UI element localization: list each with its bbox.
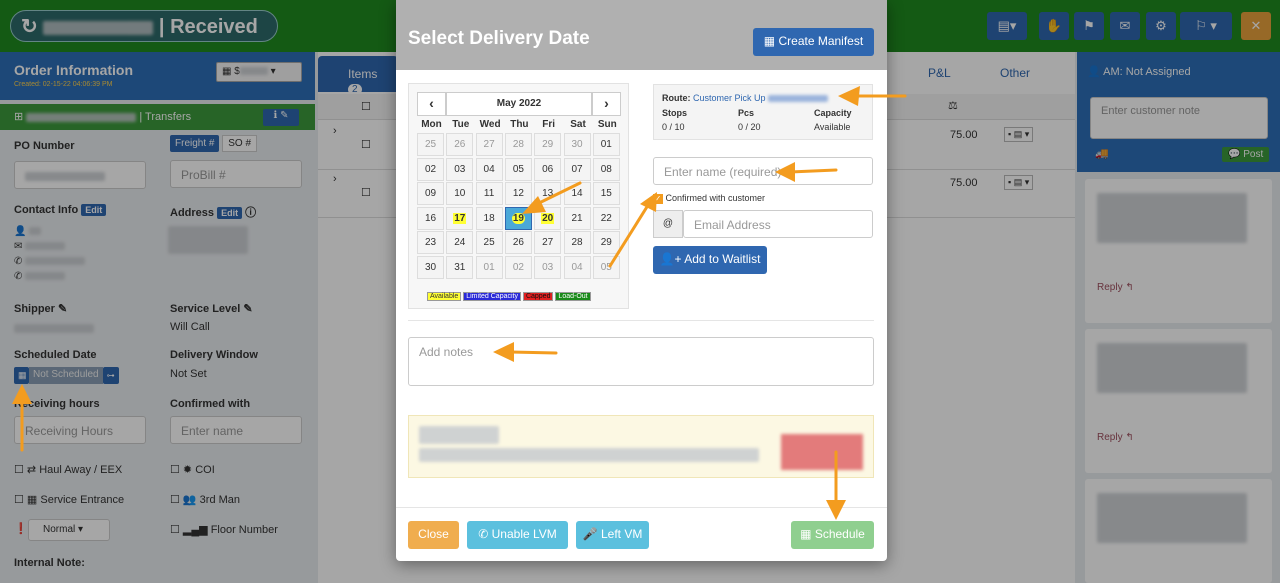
calendar-day[interactable]: 01 [475,255,503,279]
calendar-day[interactable]: 12 [504,182,532,205]
calendar-day[interactable]: 26 [446,133,474,156]
calendar-day[interactable]: 19 [504,206,532,230]
route-info: Route: Customer Pick Up Stops 0 / 10 Pcs… [653,84,873,140]
calendar-plus-icon: ▦ [763,34,776,48]
pcs-label: Pcs [738,108,755,118]
legend-limited: Limited Capacity [463,292,521,301]
weekday-wed: Wed [479,119,501,130]
calendar-day[interactable]: 05 [592,255,620,279]
calendar-day[interactable]: 30 [417,255,444,279]
calendar: ‹ May 2022 › Mon Tue Wed Thu Fri Sat Sun 25 26 2… [408,83,629,309]
calendar-day[interactable]: 31 [446,255,474,279]
calendar-day[interactable]: 05 [504,157,532,181]
divider [408,320,874,321]
legend-available: Available [427,292,462,301]
calendar-day[interactable]: 26 [504,231,532,254]
calendar-day[interactable]: 02 [417,157,444,181]
calendar-day[interactable]: 21 [563,206,591,230]
calendar-weekdays: Mon Tue Wed Thu Fri Sat Sun [417,119,622,133]
email-input[interactable]: Email Address [683,210,873,238]
calendar-day[interactable]: 04 [563,255,591,279]
weekday-tue: Tue [452,119,470,130]
stops-value: 0 / 10 [662,122,685,132]
create-manifest-button[interactable]: ▦ Create Manifest [753,28,874,56]
legend-capped: Capped [522,292,554,301]
calendar-day[interactable]: 28 [563,231,591,254]
at-icon: @ [653,210,683,238]
calendar-day[interactable]: 29 [534,133,562,156]
weekday-mon: Mon [421,119,442,130]
warning-box [408,415,874,478]
capacity-label: Capacity [814,108,852,118]
modal-title: Select Delivery Date [408,28,590,49]
footer-divider [396,507,887,508]
calendar-day[interactable]: 22 [592,206,620,230]
legend-load-out: Load-Out [555,292,591,301]
weekday-thu: Thu [510,119,529,130]
calendar-day[interactable]: 10 [446,182,474,205]
calendar-prev-button[interactable]: ‹ [417,92,446,116]
calendar-day[interactable]: 25 [417,133,444,156]
calendar-month-label[interactable]: May 2022 [446,92,592,116]
calendar-day[interactable]: 02 [504,255,532,279]
calendar-day[interactable]: 04 [475,157,503,181]
calendar-day[interactable]: 03 [534,255,562,279]
calendar-day[interactable]: 14 [563,182,591,205]
left-vm-button[interactable]: 🎤 Left VM [576,521,649,549]
weekday-sun: Sun [597,119,617,130]
unable-lvm-button[interactable]: ✆ Unable LVM [467,521,568,549]
calendar-day[interactable]: 09 [417,182,444,205]
calendar-next-button[interactable]: › [592,92,621,116]
select-delivery-date-modal: Select Delivery Date ▦ Create Manifest ‹… [396,0,887,561]
calendar-day[interactable]: 27 [534,231,562,254]
calendar-day[interactable]: 07 [563,157,591,181]
calendar-day[interactable]: 15 [592,182,620,205]
calendar-day[interactable]: 20 [534,206,562,230]
stops-label: Stops [662,108,688,118]
add-to-waitlist-button[interactable]: 👤+ Add to Waitlist [653,246,767,274]
calendar-day[interactable]: 08 [592,157,620,181]
microphone-icon: 🎤 [582,527,598,541]
notes-textarea[interactable]: Add notes [408,337,874,386]
calendar-day[interactable]: 06 [534,157,562,181]
weekday-sat: Sat [570,119,586,130]
calendar-day[interactable]: 11 [475,182,503,205]
calendar-day[interactable]: 01 [592,133,620,156]
close-button[interactable]: Close [408,521,459,549]
confirmed-name-input[interactable]: Enter name (required) [653,157,873,185]
calendar-day[interactable]: 24 [446,231,474,254]
pcs-value: 0 / 20 [738,122,761,132]
calendar-day[interactable]: 03 [446,157,474,181]
calendar-day[interactable]: 28 [504,133,532,156]
calendar-grid: 25 26 27 28 29 30 01 02 03 04 05 06 07 08 09 10 11 12 13 14… [417,133,622,283]
calendar-day[interactable]: 13 [534,182,562,205]
calendar-day[interactable]: 27 [475,133,503,156]
confirmed-customer-checkbox[interactable]: ✓ Confirmed with customer [653,193,765,204]
calendar-day[interactable]: 18 [475,206,503,230]
phone-slash-icon: ✆ [478,527,489,541]
modal-header: Select Delivery Date ▦ Create Manifest [396,0,887,70]
email-input-group: @ Email Address [653,210,873,238]
route-link[interactable]: Customer Pick Up [693,93,766,103]
calendar-day[interactable]: 23 [417,231,444,254]
calendar-day[interactable]: 25 [475,231,503,254]
add-user-icon: 👤+ [659,252,682,266]
calendar-day[interactable]: 30 [563,133,591,156]
weekday-fri: Fri [542,119,556,130]
schedule-button[interactable]: ▦ Schedule [791,521,874,549]
calendar-legend: Available Limited Capacity Capped Load-O… [427,292,591,301]
calendar-day[interactable]: 17 [446,206,474,230]
capacity-value: Available [814,122,851,132]
calendar-day[interactable]: 16 [417,206,444,230]
route-label: Route: [662,93,691,103]
calendar-check-icon: ▦ [800,527,812,541]
calendar-day[interactable]: 29 [592,231,620,254]
